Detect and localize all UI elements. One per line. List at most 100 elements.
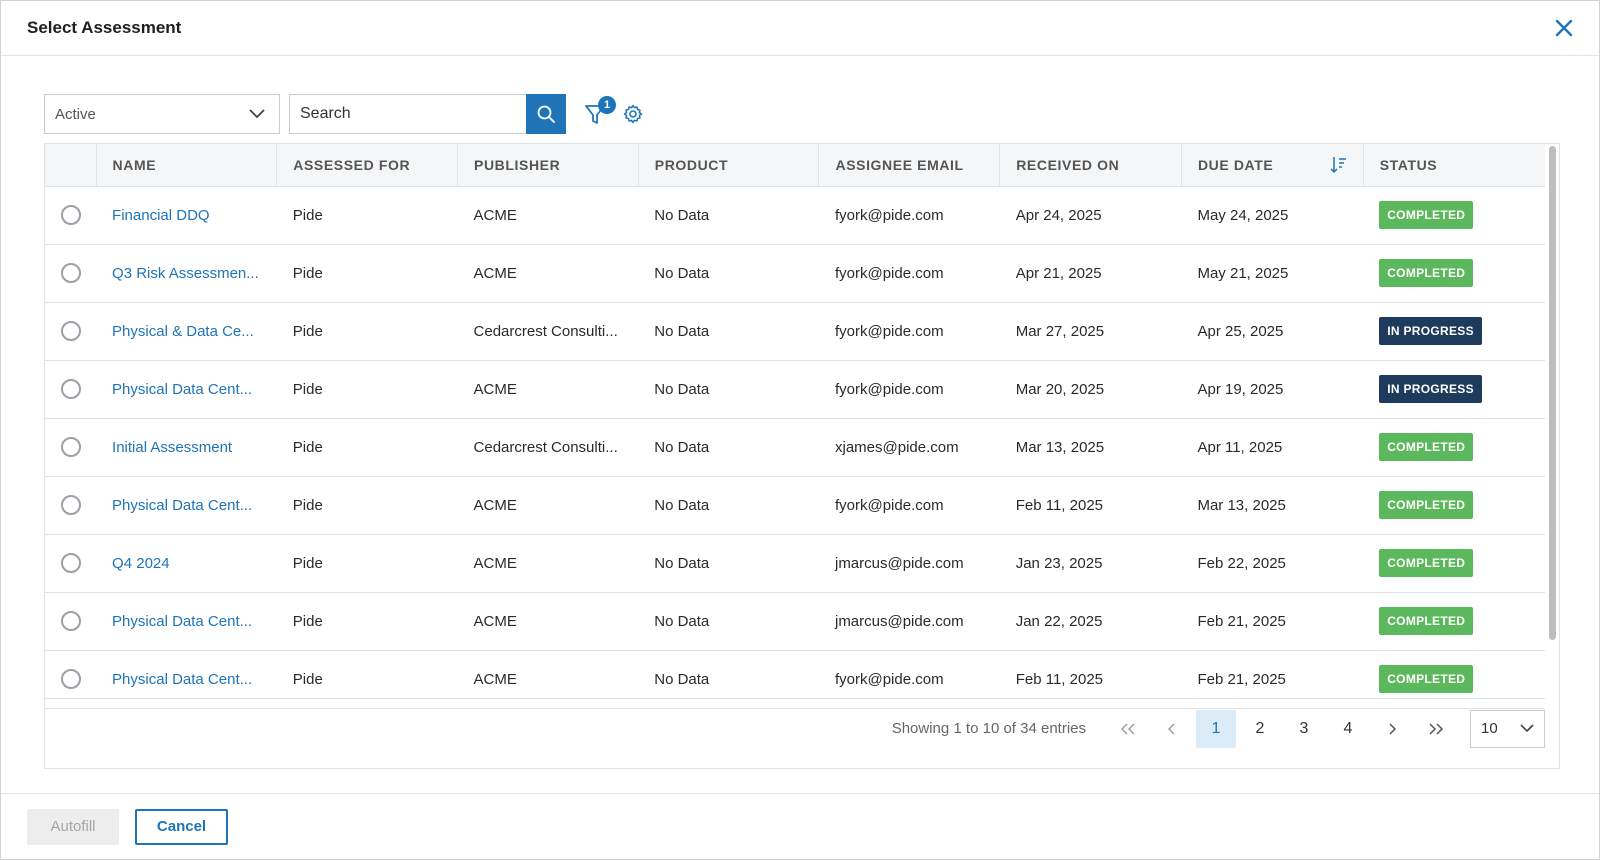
search-button[interactable]: [526, 94, 566, 134]
cell-assignee-email: fyork@pide.com: [818, 476, 1000, 535]
row-select-radio[interactable]: [61, 205, 81, 225]
cell-assessed-for: Pide: [276, 418, 458, 477]
page-button-3[interactable]: 3: [1284, 710, 1324, 748]
row-select-cell: [45, 534, 97, 593]
cell-assessed-for: Pide: [276, 592, 458, 651]
chevron-right-icon: [1389, 722, 1397, 735]
table-row[interactable]: Physical Data Cent... Pide ACME No Data fyor…: [45, 360, 1545, 419]
close-icon: [1555, 19, 1573, 37]
cell-due-date: Mar 13, 2025: [1181, 476, 1364, 535]
chevron-down-icon: [249, 109, 265, 119]
row-select-radio[interactable]: [61, 495, 81, 515]
filter-button[interactable]: 1: [582, 96, 616, 129]
modal-header: Select Assessment: [1, 1, 1599, 56]
cell-received-on: Feb 11, 2025: [999, 476, 1182, 535]
row-select-radio[interactable]: [61, 321, 81, 341]
chevron-down-icon: [1520, 724, 1534, 733]
column-header-publisher[interactable]: PUBLISHER: [457, 144, 639, 187]
assessment-name-link[interactable]: Financial DDQ: [112, 207, 210, 224]
cell-status: COMPLETED: [1363, 418, 1545, 477]
table-header-row: NAME ASSESSED FOR PUBLISHER PRODUCT ASSI…: [45, 144, 1545, 187]
table-row[interactable]: Initial Assessment Pide Cedarcrest Consult…: [45, 418, 1545, 477]
column-header-assessed-for[interactable]: ASSESSED FOR: [276, 144, 459, 187]
assessment-name-link[interactable]: Physical Data Cent...: [112, 671, 252, 688]
row-select-radio[interactable]: [61, 379, 81, 399]
first-page-button[interactable]: [1108, 710, 1148, 748]
page-size-select[interactable]: 10: [1470, 709, 1545, 748]
status-badge: COMPLETED: [1379, 607, 1474, 635]
page-button-1[interactable]: 1: [1196, 709, 1236, 748]
cell-status: IN PROGRESS: [1363, 360, 1545, 419]
cell-assessed-for: Pide: [276, 186, 458, 245]
page-button-4[interactable]: 4: [1328, 710, 1368, 748]
search-input[interactable]: [289, 94, 526, 134]
double-chevron-right-icon: [1429, 722, 1444, 735]
page-button-2[interactable]: 2: [1240, 710, 1280, 748]
table-row[interactable]: Financial DDQ Pide ACME No Data fyork@pide.c…: [45, 186, 1545, 245]
status-filter-select[interactable]: Active: [44, 94, 280, 134]
row-select-radio[interactable]: [61, 437, 81, 457]
cell-assignee-email: jmarcus@pide.com: [818, 534, 1000, 593]
column-header-due-date[interactable]: DUE DATE: [1181, 144, 1364, 187]
row-select-radio[interactable]: [61, 669, 81, 689]
table-row[interactable]: Q3 Risk Assessmen... Pide ACME No Data fyork…: [45, 244, 1545, 303]
due-date-label: DUE DATE: [1197, 156, 1274, 173]
assessment-name-link[interactable]: Q3 Risk Assessmen...: [112, 265, 259, 282]
cell-publisher: ACME: [457, 186, 639, 245]
previous-page-button[interactable]: [1152, 710, 1192, 748]
cancel-button[interactable]: Cancel: [135, 808, 228, 845]
status-badge: COMPLETED: [1379, 201, 1474, 229]
last-page-button[interactable]: [1416, 710, 1456, 748]
table-row[interactable]: Q4 2024 Pide ACME No Data jmarcus@pide.com Ja…: [45, 534, 1545, 593]
status-badge: IN PROGRESS: [1379, 317, 1482, 345]
table-row[interactable]: Physical Data Cent... Pide ACME No Data fyor…: [45, 476, 1545, 535]
cell-publisher: Cedarcrest Consulti...: [457, 302, 639, 361]
row-select-cell: [45, 360, 97, 419]
select-column-header: [45, 144, 97, 187]
table-row[interactable]: Physical & Data Ce... Pide Cedarcrest Cons…: [45, 302, 1545, 361]
sort-descending-icon[interactable]: [1329, 156, 1347, 174]
status-badge: COMPLETED: [1379, 259, 1474, 287]
assessment-name-link[interactable]: Physical Data Cent...: [112, 381, 252, 398]
cell-product: No Data: [638, 592, 819, 651]
column-header-assignee-email[interactable]: ASSIGNEE EMAIL: [818, 144, 1001, 187]
assessment-name-link[interactable]: Physical & Data Ce...: [112, 323, 254, 340]
cell-assignee-email: jmarcus@pide.com: [818, 592, 1000, 651]
assessment-name-link[interactable]: Q4 2024: [112, 555, 170, 572]
assessment-name-link[interactable]: Initial Assessment: [112, 439, 232, 456]
table-row[interactable]: Physical Data Cent... Pide ACME No Data jmar…: [45, 592, 1545, 651]
cell-assessed-for: Pide: [276, 244, 458, 303]
column-header-product[interactable]: PRODUCT: [638, 144, 820, 187]
cell-name: Physical Data Cent...: [96, 360, 277, 419]
cell-status: COMPLETED: [1363, 534, 1545, 593]
cell-assessed-for: Pide: [276, 302, 458, 361]
cell-publisher: ACME: [457, 476, 639, 535]
cell-status: COMPLETED: [1363, 592, 1545, 651]
row-select-radio[interactable]: [61, 263, 81, 283]
column-header-received-on[interactable]: RECEIVED ON: [999, 144, 1182, 187]
cell-due-date: Apr 25, 2025: [1181, 302, 1364, 361]
page-size-value: 10: [1481, 720, 1498, 737]
cell-publisher: Cedarcrest Consulti...: [457, 418, 639, 477]
cell-assignee-email: fyork@pide.com: [818, 302, 1000, 361]
row-select-radio[interactable]: [61, 553, 81, 573]
assessment-name-link[interactable]: Physical Data Cent...: [112, 497, 252, 514]
assessment-name-link[interactable]: Physical Data Cent...: [112, 613, 252, 630]
autofill-button[interactable]: Autofill: [27, 808, 119, 845]
column-header-name[interactable]: NAME: [96, 144, 278, 187]
close-button[interactable]: [1551, 15, 1577, 41]
cell-assignee-email: fyork@pide.com: [818, 186, 1000, 245]
cell-received-on: Apr 21, 2025: [999, 244, 1182, 303]
table-scrollbar[interactable]: [1549, 146, 1556, 640]
cell-status: COMPLETED: [1363, 244, 1545, 303]
double-chevron-left-icon: [1120, 722, 1135, 735]
cell-product: No Data: [638, 418, 819, 477]
next-page-button[interactable]: [1372, 710, 1412, 748]
row-select-cell: [45, 418, 97, 477]
cell-publisher: ACME: [457, 360, 639, 419]
cell-assignee-email: xjames@pide.com: [818, 418, 1000, 477]
row-select-radio[interactable]: [61, 611, 81, 631]
column-header-status[interactable]: STATUS: [1363, 144, 1545, 187]
cell-due-date: May 24, 2025: [1181, 186, 1364, 245]
settings-button[interactable]: [622, 103, 644, 125]
